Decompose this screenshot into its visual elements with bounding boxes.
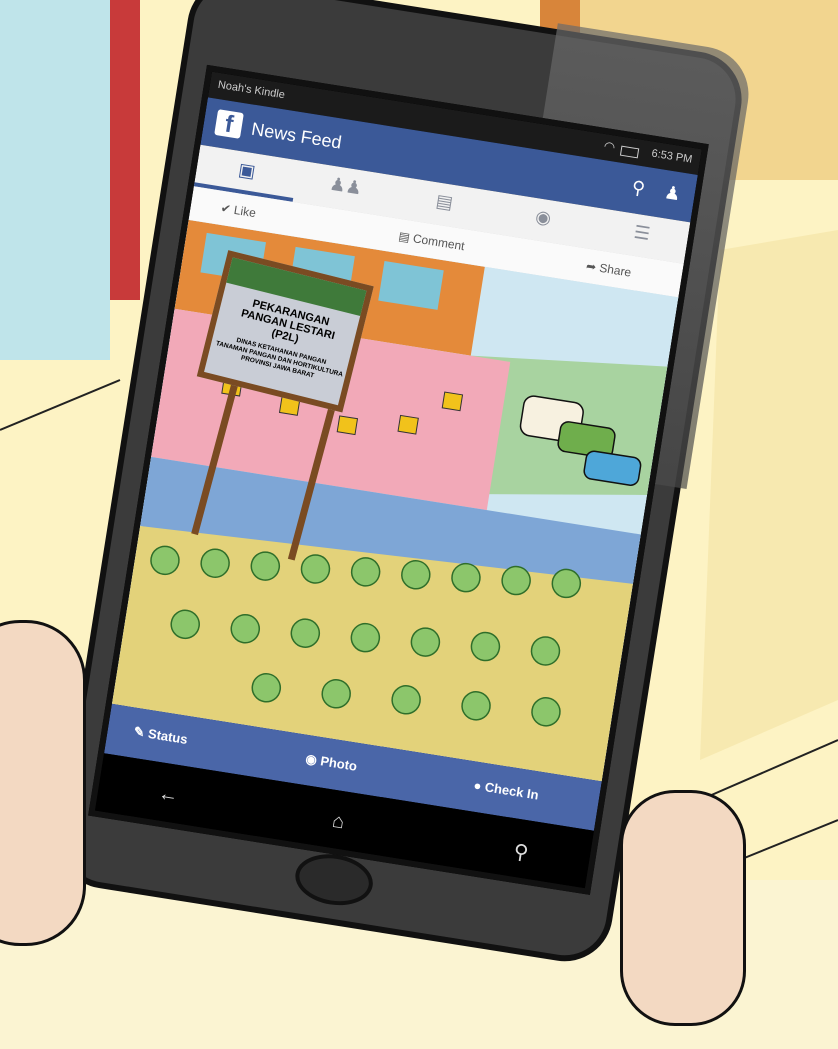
- comment-button[interactable]: ▤ Comment: [398, 229, 466, 253]
- friend-requests-icon[interactable]: ♟: [663, 182, 682, 205]
- right-hand: [620, 790, 746, 1026]
- menu-icon[interactable]: ☰: [610, 218, 673, 253]
- home-icon[interactable]: ⌂: [330, 810, 346, 835]
- battery-icon: [619, 145, 640, 159]
- globe-icon[interactable]: ◉: [511, 203, 574, 238]
- comment-label: Comment: [412, 231, 466, 254]
- page-title: News Feed: [250, 118, 344, 153]
- share-label: Share: [598, 260, 633, 280]
- facebook-logo-icon[interactable]: f: [214, 109, 244, 139]
- left-hand: [0, 620, 86, 946]
- check-in-button[interactable]: ● Check In: [472, 777, 539, 802]
- photo-label: Photo: [319, 753, 359, 774]
- status-label: Status: [147, 725, 189, 747]
- check-in-label: Check In: [483, 779, 540, 803]
- clock: 6:53 PM: [650, 147, 694, 166]
- messages-icon[interactable]: ▤: [412, 187, 475, 222]
- search-icon[interactable]: ⚲: [512, 839, 530, 866]
- search-icon[interactable]: ⚲: [630, 177, 646, 200]
- garden-illustration: [111, 219, 679, 782]
- like-label: Like: [232, 202, 257, 221]
- feed-post-image[interactable]: PEKARANGAN PANGAN LESTARI (P2L) DINAS KE…: [111, 219, 679, 782]
- wifi-icon: ◠: [602, 138, 617, 155]
- news-feed-icon[interactable]: ▣: [215, 156, 278, 191]
- back-icon[interactable]: ←: [157, 782, 180, 808]
- photo-button[interactable]: ◉ Photo: [304, 751, 359, 775]
- status-button[interactable]: ✎ Status: [133, 724, 189, 748]
- friends-icon[interactable]: ♟♟: [314, 171, 377, 206]
- like-button[interactable]: ✔ Like: [220, 201, 257, 220]
- device-owner-label: Noah's Kindle: [217, 78, 286, 102]
- share-button[interactable]: ➦ Share: [585, 259, 632, 280]
